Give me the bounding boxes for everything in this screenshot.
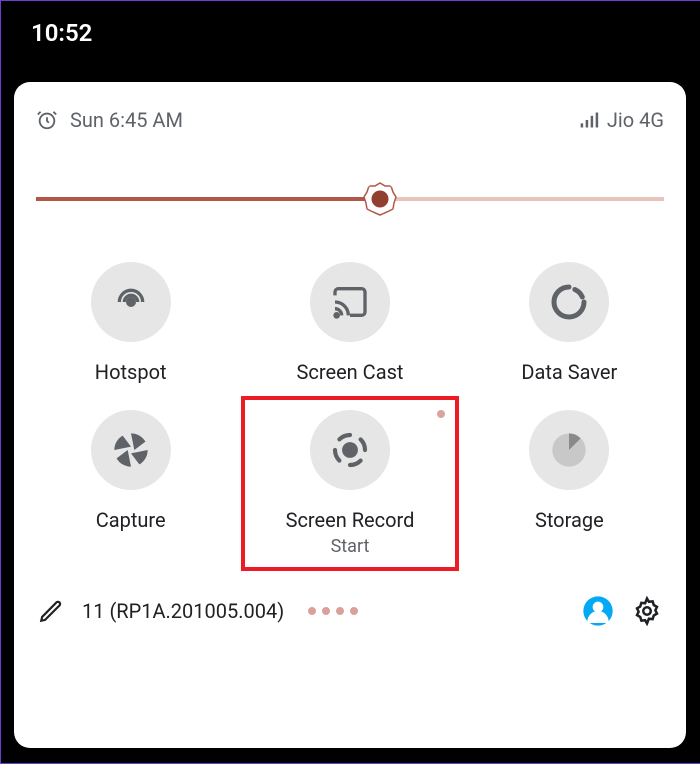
tile-hotspot-circle [91, 262, 171, 342]
brightness-slider[interactable] [36, 184, 664, 214]
tile-hotspot[interactable]: Hotspot [36, 262, 225, 384]
signal-icon [579, 110, 599, 130]
page-indicator[interactable] [308, 607, 358, 615]
edit-icon[interactable] [38, 598, 64, 624]
tile-storage-circle [529, 410, 609, 490]
aperture-icon [111, 430, 151, 470]
carrier-label: Jio 4G [607, 108, 664, 132]
tile-screencast-circle [310, 262, 390, 342]
tile-capture-circle [91, 410, 171, 490]
datasaver-icon [549, 282, 589, 322]
device-clock: 10:52 [1, 1, 700, 65]
status-left: Sun 6:45 AM [36, 108, 183, 132]
status-day-time: Sun 6:45 AM [70, 108, 183, 132]
tile-screenrecord[interactable]: Screen Record Start [241, 396, 458, 571]
tile-screenrecord-circle [310, 410, 390, 490]
quick-settings-panel: Sun 6:45 AM Jio 4G Hotspot Screen Cast [14, 82, 686, 748]
brightness-thumb-icon[interactable] [363, 182, 397, 216]
tile-storage-label: Storage [535, 508, 604, 532]
tile-screencast[interactable]: Screen Cast [255, 262, 444, 384]
alarm-icon [36, 109, 58, 131]
tile-capture[interactable]: Capture [36, 410, 225, 557]
record-icon [330, 430, 370, 470]
tile-screenrecord-label: Screen Record [286, 508, 415, 532]
active-indicator-dot [437, 410, 445, 418]
tile-datasaver[interactable]: Data Saver [475, 262, 664, 384]
tile-datasaver-label: Data Saver [521, 360, 617, 384]
tile-datasaver-circle [529, 262, 609, 342]
slider-track-inactive [381, 197, 664, 201]
hotspot-icon [111, 282, 151, 322]
tile-screenrecord-sub: Start [331, 536, 370, 557]
slider-track-active [36, 197, 381, 201]
footer-row: 11 (RP1A.201005.004) [36, 583, 664, 645]
storage-icon [549, 430, 589, 470]
tile-storage[interactable]: Storage [475, 410, 664, 557]
status-right: Jio 4G [579, 108, 664, 132]
user-icon[interactable] [582, 595, 614, 627]
tile-screencast-label: Screen Cast [297, 360, 404, 384]
cast-icon [330, 282, 370, 322]
status-bar: Sun 6:45 AM Jio 4G [36, 108, 664, 132]
tile-hotspot-label: Hotspot [95, 360, 167, 384]
tiles-grid: Hotspot Screen Cast Data Saver Capture [36, 262, 664, 557]
tile-capture-label: Capture [96, 508, 166, 532]
build-label: 11 (RP1A.201005.004) [82, 599, 284, 623]
gear-icon[interactable] [632, 596, 662, 626]
